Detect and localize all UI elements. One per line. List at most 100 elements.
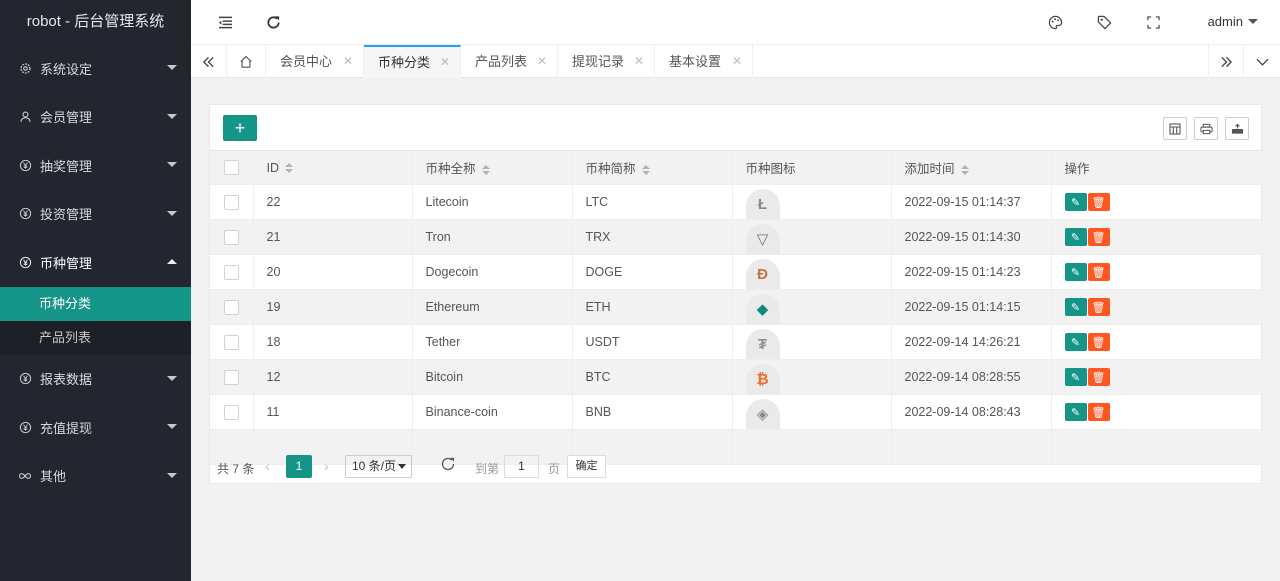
total-count: 共 7 条 (217, 462, 255, 476)
prev-page-icon[interactable]: ‹ (265, 458, 270, 474)
cell-name: Ethereum (412, 289, 573, 325)
delete-icon[interactable]: 🗑 (1087, 228, 1110, 246)
sidebar-item-system-settings[interactable]: 系统设定 (0, 44, 191, 93)
app-title: robot - 后台管理系统 (26, 13, 165, 30)
edit-icon[interactable]: ✎ (1064, 228, 1087, 246)
close-icon[interactable]: ✕ (732, 45, 742, 78)
column-header-icon: 币种图标 (732, 150, 892, 185)
edit-icon[interactable]: ✎ (1064, 193, 1087, 211)
sidebar-item-other[interactable]: 其他 (0, 452, 191, 501)
cell-time: 2022-09-15 01:14:30 (891, 219, 1052, 255)
sort-icon[interactable] (481, 164, 490, 175)
home-icon[interactable] (227, 45, 266, 78)
refresh-icon[interactable] (440, 456, 456, 475)
edit-icon[interactable]: ✎ (1064, 333, 1087, 351)
chevron-down-icon (167, 375, 177, 381)
top-header: admin (191, 0, 1280, 44)
row-checkbox[interactable] (224, 229, 239, 245)
sort-icon[interactable] (641, 164, 650, 175)
sidebar-item-reports[interactable]: 报表数据 (0, 355, 191, 404)
sidebar-item-investment[interactable]: 投资管理 (0, 190, 191, 239)
delete-icon[interactable]: 🗑 (1087, 263, 1110, 281)
sidebar-subitem-product-list[interactable]: 产品列表 (0, 321, 191, 355)
cell-icon: Ł (732, 184, 892, 220)
chevron-down-icon[interactable] (1248, 19, 1258, 24)
column-label: ID (266, 160, 280, 175)
cell-actions: ✎ 🗑 (1051, 324, 1263, 360)
print-icon[interactable] (1194, 117, 1218, 140)
sidebar-item-label: 充值提现 (40, 420, 93, 436)
next-page-icon[interactable]: › (324, 458, 329, 474)
export-icon[interactable] (1225, 117, 1249, 140)
sidebar-item-members[interactable]: 会员管理 (0, 93, 191, 142)
close-icon[interactable]: ✕ (343, 45, 353, 78)
sidebar-item-currency[interactable]: 币种管理 (0, 238, 191, 287)
close-icon[interactable]: ✕ (634, 45, 644, 78)
cell-name: Tron (412, 219, 573, 255)
theme-palette-icon[interactable] (1045, 12, 1065, 32)
add-button[interactable]: + (223, 115, 257, 141)
sidebar-item-label: 抽奖管理 (40, 158, 93, 174)
tab-label: 币种分类 (378, 55, 431, 70)
columns-filter-icon[interactable] (1163, 117, 1187, 140)
tabs-menu-chevron-down-icon[interactable] (1244, 45, 1280, 78)
cell-time: 2022-09-14 14:26:21 (891, 324, 1052, 360)
row-checkbox[interactable] (224, 299, 239, 315)
sidebar-item-label: 投资管理 (40, 207, 93, 223)
edit-icon[interactable]: ✎ (1064, 368, 1087, 386)
confirm-button[interactable]: 确定 (567, 455, 606, 478)
fullscreen-icon[interactable] (1143, 12, 1163, 32)
page-size-select[interactable]: 10 条/页 (345, 455, 412, 478)
edit-icon[interactable]: ✎ (1064, 298, 1087, 316)
tab-basic-settings[interactable]: 基本设置 ✕ (655, 45, 753, 78)
coin-icon: ▽ (745, 224, 780, 254)
menu-fold-icon[interactable] (215, 12, 235, 32)
edit-icon[interactable]: ✎ (1064, 263, 1087, 281)
sidebar-item-lottery[interactable]: 抽奖管理 (0, 141, 191, 190)
row-checkbox[interactable] (224, 194, 239, 210)
column-header-actions: 操作 (1051, 150, 1263, 185)
table-row: 12 Bitcoin BTC ₿ 2022-09-14 08:28:55 ✎ 🗑 (210, 359, 1263, 395)
goto-page-input[interactable]: 1 (504, 455, 539, 478)
edit-icon[interactable]: ✎ (1064, 403, 1087, 421)
sidebar-subitem-currency-category[interactable]: 币种分类 (0, 286, 191, 321)
column-header-id[interactable]: ID (253, 150, 413, 185)
tab-currency-category[interactable]: 币种分类 ✕ (364, 45, 461, 78)
user-menu[interactable]: admin (1208, 14, 1243, 29)
tabs-scroll-left-icon[interactable] (191, 45, 227, 78)
cell-id: 19 (253, 289, 413, 325)
close-icon[interactable]: ✕ (537, 45, 547, 78)
current-page[interactable]: 1 (286, 455, 312, 478)
tab-withdraw-records[interactable]: 提现记录 ✕ (558, 45, 655, 78)
column-header-name[interactable]: 币种全称 (412, 150, 573, 185)
cell-actions: ✎ 🗑 (1051, 219, 1263, 255)
sidebar-item-deposit-withdraw[interactable]: 充值提现 (0, 403, 191, 452)
column-header-symbol[interactable]: 币种简称 (572, 150, 733, 185)
chevron-up-icon (167, 259, 177, 265)
column-header-time[interactable]: 添加时间 (891, 150, 1052, 185)
tag-icon[interactable] (1094, 12, 1114, 32)
cell-actions: ✎ 🗑 (1051, 254, 1263, 290)
row-checkbox[interactable] (224, 264, 239, 280)
sort-icon[interactable] (960, 164, 969, 175)
tab-product-list[interactable]: 产品列表 ✕ (461, 45, 558, 78)
delete-icon[interactable]: 🗑 (1087, 333, 1110, 351)
row-checkbox[interactable] (224, 369, 239, 385)
tabs-scroll-right-icon[interactable] (1208, 45, 1244, 78)
delete-icon[interactable]: 🗑 (1087, 298, 1110, 316)
row-checkbox[interactable] (224, 334, 239, 350)
delete-icon[interactable]: 🗑 (1087, 403, 1110, 421)
coin-icon: Ł (745, 189, 780, 219)
tab-member-center[interactable]: 会员中心 ✕ (266, 45, 364, 78)
select-all-checkbox[interactable] (224, 160, 239, 175)
pagination: 共 7 条 ‹ 1 › 10 条/页 到第 1 页 确定 (210, 449, 1262, 484)
delete-icon[interactable]: 🗑 (1087, 193, 1110, 211)
cell-symbol: TRX (572, 219, 733, 255)
refresh-icon[interactable] (263, 12, 283, 32)
tab-label: 产品列表 (475, 54, 528, 69)
sort-icon[interactable] (285, 163, 293, 174)
row-checkbox[interactable] (224, 404, 239, 420)
close-icon[interactable]: ✕ (440, 47, 450, 78)
delete-icon[interactable]: 🗑 (1087, 368, 1110, 386)
chevron-down-icon (167, 210, 177, 216)
